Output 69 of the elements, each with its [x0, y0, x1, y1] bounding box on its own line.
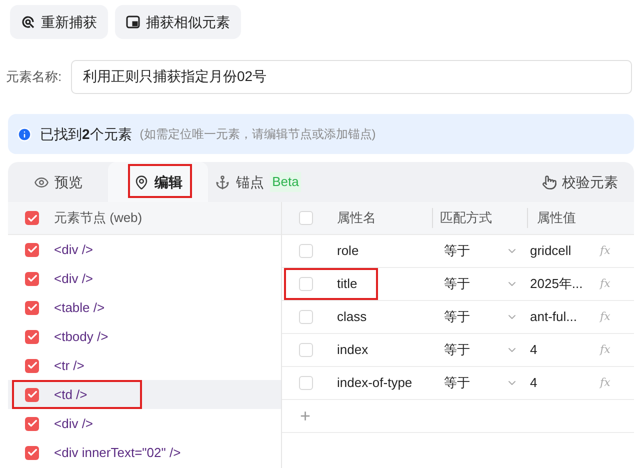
node-row[interactable]: <div /> — [8, 264, 281, 293]
tab[interactable]: 预览 — [8, 162, 108, 202]
checkbox[interactable] — [25, 272, 39, 286]
node-row[interactable]: <tbody /> — [8, 322, 281, 351]
node-row[interactable]: <tr /> — [8, 351, 281, 380]
checkbox[interactable] — [25, 446, 39, 460]
column-header: 匹配方式 — [432, 208, 527, 228]
hint-text: (如需定位唯一元素，请编辑节点或添加锚点) — [140, 126, 376, 143]
attribute-name: index — [337, 341, 370, 360]
verify-button[interactable]: 校验元素 — [542, 162, 634, 202]
node-label: <td /> — [54, 386, 88, 404]
match-select[interactable]: 等于 — [444, 241, 530, 261]
toolbar-button[interactable]: 捕获相似元素 — [115, 5, 241, 39]
attribute-name: role — [337, 242, 360, 260]
match-select[interactable]: 等于 — [444, 340, 530, 360]
checkbox[interactable] — [25, 416, 39, 430]
match-select[interactable]: 等于 — [444, 274, 530, 294]
name-field[interactable]: 利用正则只捕获指定月份02号 — [71, 60, 632, 94]
attribute-name: title — [337, 275, 358, 294]
attribute-value: 4 — [530, 341, 538, 360]
target-icon — [21, 15, 35, 29]
window-icon — [126, 15, 140, 29]
checkbox[interactable] — [25, 242, 39, 256]
tab[interactable]: 编辑 — [108, 162, 208, 202]
checkbox[interactable] — [299, 376, 313, 390]
node-row[interactable]: <td /> — [8, 380, 281, 409]
node-label: <div /> — [54, 240, 94, 259]
highlight-frame — [128, 164, 192, 198]
attribute-name: class — [337, 308, 368, 326]
node-label: <tbody /> — [54, 328, 108, 346]
checkbox[interactable] — [25, 211, 39, 225]
node-row[interactable]: <table /> — [8, 293, 281, 322]
node-row[interactable]: <div /> — [8, 409, 281, 438]
column-header: 属性名 — [337, 209, 377, 228]
toolbar-button[interactable]: 重新捕获 — [10, 5, 108, 39]
checkbox[interactable] — [299, 244, 313, 258]
result-text: 已找到2个元素 — [40, 124, 132, 144]
field-label: 元素名称: — [6, 68, 63, 86]
attribute-name: index-of-type — [337, 374, 414, 392]
node-label: <div innerText="02" /> — [54, 444, 181, 462]
node-label: <div /> — [54, 414, 94, 433]
checkbox[interactable] — [25, 388, 39, 402]
node-row[interactable]: <div innerText="02" /> — [8, 438, 281, 467]
eye-icon — [34, 174, 48, 190]
node-label: <table /> — [54, 298, 105, 317]
node-label: <tr /> — [54, 356, 84, 375]
checkbox[interactable] — [299, 310, 313, 324]
attribute-value: 4 — [530, 374, 538, 392]
attribute-value: ant-ful... — [530, 308, 578, 326]
node-row[interactable]: <div /> — [8, 235, 281, 264]
tab[interactable]: 锚点 Beta — [208, 162, 308, 202]
checkbox[interactable] — [25, 300, 39, 314]
node-label: <div /> — [54, 270, 94, 288]
anchor-icon — [215, 174, 230, 190]
column-header: 属性值 — [527, 208, 576, 228]
pin-icon — [134, 174, 148, 190]
hand-icon — [542, 174, 557, 190]
attribute-value: gridcell — [530, 242, 572, 260]
info-icon — [17, 126, 32, 142]
attribute-value: 2025年... — [530, 275, 584, 294]
column-header: 元素节点 (web) — [54, 209, 142, 228]
match-select[interactable]: 等于 — [444, 307, 530, 327]
match-select[interactable]: 等于 — [444, 373, 530, 393]
checkbox[interactable] — [299, 211, 313, 225]
beta-badge: Beta — [270, 172, 301, 192]
checkbox[interactable] — [25, 358, 39, 372]
checkbox[interactable] — [299, 277, 313, 291]
checkbox[interactable] — [299, 343, 313, 357]
checkbox[interactable] — [25, 330, 39, 344]
